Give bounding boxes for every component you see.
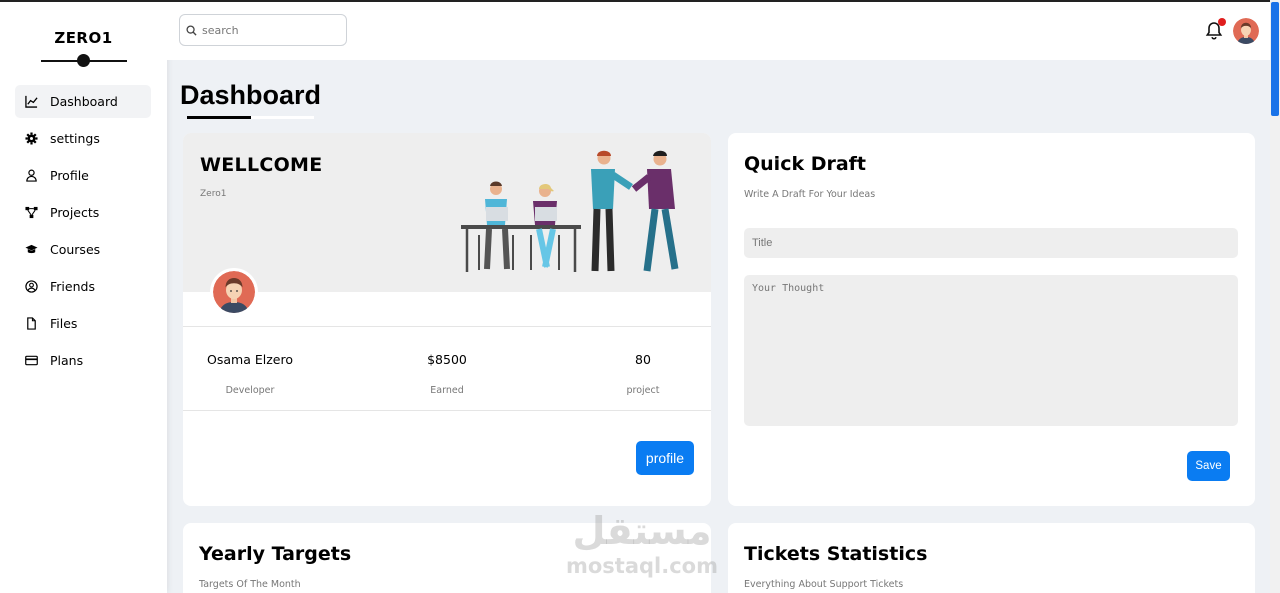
draft-title-input[interactable] [744, 228, 1238, 258]
welcome-card: WELLCOME Zero1 Osama Elzero Developer $8… [183, 133, 711, 506]
chart-line-icon [24, 95, 38, 109]
watermark: مستقل mostaql.com [562, 508, 722, 578]
welcome-heading: WELLCOME [200, 154, 323, 176]
welcome-banner: WELLCOME Zero1 [183, 133, 711, 292]
sidebar-item-dashboard[interactable]: Dashboard [15, 85, 151, 118]
sidebar-item-label: Friends [50, 279, 95, 294]
watermark-arabic: مستقل [572, 509, 712, 553]
notification-bell[interactable] [1205, 18, 1226, 41]
yearly-subheading: Targets Of The Month [199, 579, 301, 590]
sidebar-item-profile[interactable]: Profile [15, 159, 151, 192]
sidebar-item-label: Profile [50, 168, 89, 183]
title-underline [187, 116, 314, 119]
stat-projects-value: 80 [635, 352, 651, 367]
graduation-cap-icon [24, 243, 38, 257]
sidebar: ZERO1 Dashboard settings Profile Project… [0, 0, 167, 593]
sidebar-item-label: Dashboard [50, 94, 118, 109]
yearly-heading: Yearly Targets [199, 543, 352, 565]
sidebar-item-label: Files [50, 316, 78, 331]
sidebar-item-friends[interactable]: Friends [15, 270, 151, 303]
watermark-latin: mostaql.com [566, 554, 718, 578]
sidebar-item-projects[interactable]: Projects [15, 196, 151, 229]
tickets-statistics-card: Tickets Statistics Everything About Supp… [728, 523, 1255, 593]
tickets-subheading: Everything About Support Tickets [744, 579, 904, 590]
user-icon [24, 169, 38, 183]
sidebar-item-label: Courses [50, 242, 101, 257]
page-title: Dashboard [180, 80, 322, 110]
gear-icon [24, 132, 38, 146]
brand-divider [40, 54, 127, 68]
welcome-subheading: Zero1 [200, 189, 227, 199]
divider [183, 410, 711, 411]
sidebar-item-files[interactable]: Files [15, 307, 151, 340]
profile-avatar [210, 268, 258, 316]
stat-name-value: Osama Elzero [207, 352, 293, 367]
draft-heading: Quick Draft [744, 153, 867, 175]
draft-subheading: Write A Draft For Your Ideas [744, 189, 876, 200]
draft-text-input[interactable] [744, 275, 1238, 426]
search-box[interactable] [179, 14, 347, 46]
divider [183, 326, 711, 327]
sidebar-item-label: Plans [50, 353, 84, 368]
search-input[interactable] [202, 23, 332, 37]
notification-badge [1218, 18, 1226, 26]
team-illustration [461, 150, 679, 272]
user-avatar[interactable] [1233, 18, 1259, 44]
file-icon [24, 317, 38, 331]
diagram-icon [24, 206, 38, 220]
profile-button[interactable]: profile [636, 441, 694, 475]
user-circle-icon [24, 280, 38, 294]
top-header [167, 0, 1270, 60]
credit-card-icon [24, 354, 38, 368]
sidebar-item-label: Projects [50, 205, 100, 220]
sidebar-item-label: settings [50, 131, 100, 146]
brand-logo-text: ZERO1 [54, 29, 113, 47]
stat-earned-value: $8500 [427, 352, 467, 367]
save-button[interactable]: Save [1187, 451, 1230, 481]
tickets-heading: Tickets Statistics [744, 543, 928, 565]
stat-name-label: Developer [225, 385, 275, 396]
sidebar-item-settings[interactable]: settings [15, 122, 151, 155]
search-icon [186, 24, 197, 36]
page-scrollbar-thumb[interactable] [1271, 2, 1279, 116]
stat-projects-label: project [626, 385, 660, 396]
stat-earned-label: Earned [430, 385, 464, 396]
quick-draft-card: Quick Draft Write A Draft For Your Ideas… [728, 133, 1255, 506]
sidebar-item-plans[interactable]: Plans [15, 344, 151, 377]
sidebar-item-courses[interactable]: Courses [15, 233, 151, 266]
sidebar-nav: Dashboard settings Profile Projects Cour… [0, 85, 167, 377]
